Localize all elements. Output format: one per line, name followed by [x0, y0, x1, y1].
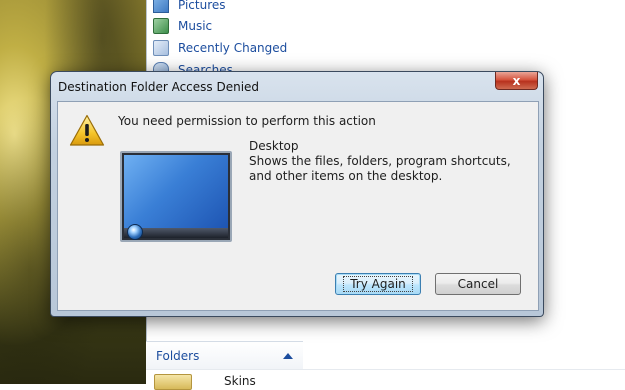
- permission-message: You need permission to perform this acti…: [118, 114, 376, 128]
- music-icon: [153, 18, 169, 34]
- folders-toggle-bar[interactable]: Folders: [146, 341, 303, 369]
- warning-icon: [69, 114, 105, 146]
- recently-changed-icon: [153, 40, 169, 56]
- cancel-button[interactable]: Cancel: [435, 273, 521, 295]
- chevron-up-icon[interactable]: [283, 352, 293, 359]
- try-again-button[interactable]: Try Again: [335, 273, 421, 295]
- folder-icon: [154, 374, 192, 390]
- nav-item-pictures[interactable]: Pictures: [151, 0, 301, 15]
- nav-item-label: Pictures: [178, 0, 226, 12]
- dialog-content: You need permission to perform this acti…: [57, 101, 539, 311]
- file-list-row[interactable]: Skins: [146, 369, 625, 390]
- desktop-monitor-icon: [120, 151, 232, 242]
- start-orb-icon: [127, 224, 143, 240]
- pictures-icon: [153, 0, 169, 13]
- nav-item-label: Music: [178, 19, 213, 33]
- access-denied-dialog: Destination Folder Access Denied x You n…: [50, 71, 544, 317]
- folders-label: Folders: [156, 348, 200, 363]
- file-item-label: Skins: [224, 374, 256, 388]
- try-again-label: Try Again: [343, 276, 413, 292]
- item-name: Desktop: [249, 139, 299, 153]
- dialog-title: Destination Folder Access Denied: [58, 80, 260, 94]
- nav-item-recently-changed[interactable]: Recently Changed: [151, 38, 301, 58]
- close-button[interactable]: x: [495, 72, 538, 90]
- item-description: Shows the files, folders, program shortc…: [249, 154, 511, 183]
- nav-item-label: Recently Changed: [178, 41, 288, 55]
- nav-item-music[interactable]: Music: [151, 16, 301, 36]
- close-icon: x: [512, 73, 521, 88]
